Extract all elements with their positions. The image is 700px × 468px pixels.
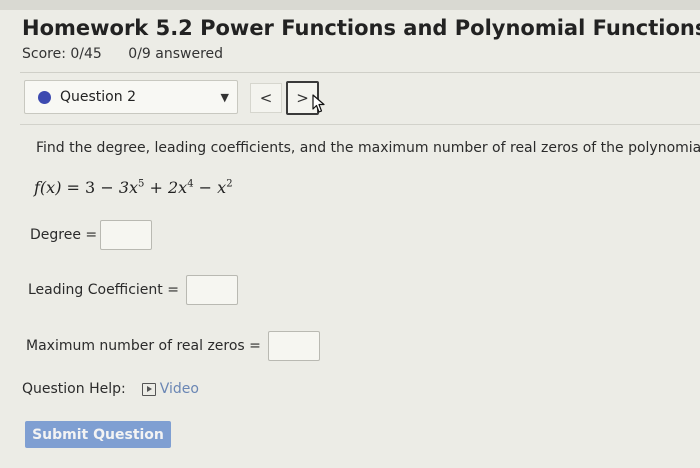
function-lhs: f(x) (34, 178, 62, 197)
term-3: 2x (167, 178, 188, 197)
leading-coefficient-input[interactable] (186, 275, 238, 305)
page-title: Homework 5.2 Power Functions and Polynom… (22, 16, 700, 40)
video-icon[interactable] (141, 382, 156, 396)
term-4: x (217, 178, 227, 197)
status-dot-icon (38, 90, 51, 104)
answered-count: 0/9 answered (128, 46, 224, 62)
polynomial-expression: f(x) = 3 − 3x5 + 2x4 − x2 (34, 178, 233, 197)
degree-label: Degree = (30, 227, 98, 243)
leading-coefficient-label: Leading Coefficient = (28, 282, 179, 298)
term-1: 3 (85, 178, 96, 197)
score-text: Score: 0/45 (22, 46, 102, 62)
degree-input[interactable] (100, 220, 152, 250)
term-2: 3x (118, 178, 139, 197)
score-line: Score: 0/45 0/9 answered (22, 46, 223, 62)
divider (20, 72, 700, 73)
max-real-zeros-input[interactable] (268, 331, 320, 361)
divider (20, 124, 700, 125)
submit-question-button[interactable]: Submit Question (25, 421, 171, 448)
question-help-label: Question Help: (22, 381, 126, 397)
term-3-exponent: 4 (187, 178, 194, 190)
question-prompt: Find the degree, leading coefficients, a… (36, 140, 700, 156)
question-help: Question Help: Video (22, 381, 199, 397)
video-link[interactable]: Video (160, 381, 199, 397)
term-2-exponent: 5 (138, 178, 145, 190)
question-select[interactable]: Question 2 ▼ (24, 80, 238, 114)
term-4-exponent: 2 (226, 178, 233, 190)
top-bar (0, 0, 700, 10)
prev-question-button[interactable]: < (250, 83, 282, 113)
caret-down-icon: ▼ (220, 91, 229, 104)
question-select-label: Question 2 (60, 89, 136, 105)
max-real-zeros-label: Maximum number of real zeros = (26, 338, 261, 354)
mouse-cursor-icon (312, 94, 325, 113)
